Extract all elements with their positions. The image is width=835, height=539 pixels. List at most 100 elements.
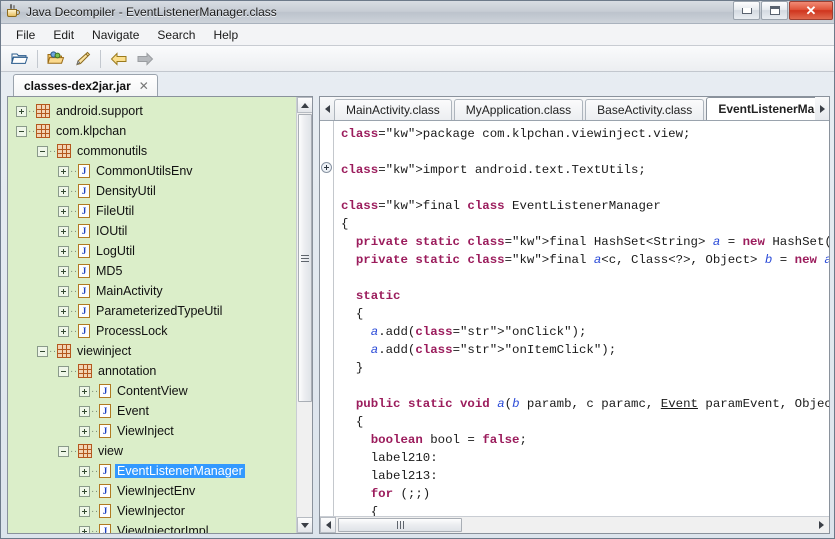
expand-plus-icon[interactable] [58,325,69,337]
code-line: static [355,289,401,303]
jar-tab-label: classes-dex2jar.jar [24,78,131,93]
tree-item-contentview[interactable]: ·· J ContentView [8,381,296,401]
collapse-minus-icon[interactable] [37,145,48,157]
menu-edit[interactable]: Edit [44,26,83,44]
code-line: private static class="kw">final HashSet<… [355,235,829,249]
class-file-icon: J [78,324,90,338]
tree-item-viewinjector[interactable]: ·· J ViewInjector [8,501,296,521]
tree-connector: ·· [70,285,78,297]
title-bar: Java Decompiler - EventListenerManager.c… [1,1,834,24]
expand-plus-icon[interactable] [79,485,90,497]
expand-plus-icon[interactable] [58,305,69,317]
tree-item-md5[interactable]: ·· J MD5 [8,261,296,281]
tab-scroll-left-button[interactable] [320,97,334,120]
package-tree[interactable]: ·· android.support ·· com.klpchan ·· commonut… [8,97,296,533]
class-file-icon: J [99,404,111,418]
forward-arrow-icon[interactable] [133,48,157,70]
back-arrow-icon[interactable] [107,48,131,70]
close-button[interactable]: ✕ [789,1,833,20]
expand-plus-icon[interactable] [58,285,69,297]
code-line: private static class="kw">final a<c, Cla… [355,253,829,267]
tree-item-parameterizedtypeutil[interactable]: ·· J ParameterizedTypeUtil [8,301,296,321]
tree-scroll-thumb[interactable] [298,114,312,402]
code-line: label213: [341,469,438,483]
tree-item-viewinjectenv[interactable]: ·· J ViewInjectEnv [8,481,296,501]
editor-tab-baseactivity-class[interactable]: BaseActivity.class [585,99,705,120]
editor-tab-eventlistenerma[interactable]: EventListenerMa [706,97,815,120]
tree-item-densityutil[interactable]: ·· J DensityUtil [8,181,296,201]
menu-search[interactable]: Search [148,26,204,44]
maximize-button[interactable] [761,1,788,20]
expand-plus-icon[interactable] [79,405,90,417]
code-line: } [341,361,364,375]
code-line: { [341,415,364,429]
editor-scroll-left-button[interactable] [320,517,336,533]
jar-tab-close-icon[interactable]: ✕ [139,79,149,93]
menu-help[interactable]: Help [204,26,247,44]
toolbar [1,46,834,72]
tree-item-fileutil[interactable]: ·· J FileUtil [8,201,296,221]
editor-horizontal-scrollbar[interactable] [320,516,829,533]
tree-item-viewinject[interactable]: ·· J ViewInject [8,421,296,441]
expand-plus-icon[interactable] [58,245,69,257]
code-line: label210: [341,451,438,465]
expand-plus-icon[interactable] [58,185,69,197]
tab-scroll-right-button[interactable] [815,97,829,120]
expand-plus-icon[interactable] [16,105,27,117]
editor-hscroll-thumb[interactable] [338,518,462,532]
tree-item-view[interactable]: ·· view [8,441,296,461]
tree-item-label: MainActivity [96,284,163,298]
tree-item-logutil[interactable]: ·· J LogUtil [8,241,296,261]
collapse-minus-icon[interactable] [16,125,27,137]
expand-plus-icon[interactable] [79,465,90,477]
tree-item-processlock[interactable]: ·· J ProcessLock [8,321,296,341]
editor-tab-mainactivity-class[interactable]: MainActivity.class [334,99,452,120]
expand-plus-icon[interactable] [58,205,69,217]
menu-navigate[interactable]: Navigate [83,26,148,44]
tree-vertical-scrollbar[interactable] [296,97,312,533]
tree-item-mainactivity[interactable]: ·· J MainActivity [8,281,296,301]
jar-tab-classes-dex2jar[interactable]: classes-dex2jar.jar ✕ [13,74,158,96]
class-file-icon: J [99,504,111,518]
expand-plus-icon[interactable] [79,425,90,437]
tree-scroll-up-button[interactable] [297,97,312,113]
tree-item-viewinjectorimpl[interactable]: ·· J ViewInjectorImpl [8,521,296,533]
tree-scroll-down-button[interactable] [297,517,312,533]
tree-item-ioutil[interactable]: ·· J IOUtil [8,221,296,241]
collapse-minus-icon[interactable] [58,365,69,377]
expand-plus-icon[interactable] [58,165,69,177]
open-type-icon[interactable] [44,48,68,70]
tree-item-com-klpchan[interactable]: ·· com.klpchan [8,121,296,141]
tree-item-event[interactable]: ·· J Event [8,401,296,421]
collapse-minus-icon[interactable] [37,345,48,357]
expand-plus-icon[interactable] [79,385,90,397]
source-code-text: class="kw">package com.klpchan.viewinjec… [335,121,829,516]
tree-item-annotation[interactable]: ·· annotation [8,361,296,381]
class-file-icon: J [78,164,90,178]
editor-tab-myapplication-class[interactable]: MyApplication.class [453,99,584,120]
expand-plus-icon[interactable] [58,225,69,237]
editor-scroll-right-button[interactable] [813,517,829,533]
tree-item-commonutils[interactable]: ·· commonutils [8,141,296,161]
source-code-area[interactable]: class="kw">package com.klpchan.viewinjec… [320,121,829,516]
expand-plus-icon[interactable] [79,505,90,517]
tree-connector: ·· [28,125,36,137]
expand-plus-icon[interactable] [58,265,69,277]
collapse-minus-icon[interactable] [58,445,69,457]
tree-item-android-support[interactable]: ·· android.support [8,101,296,121]
tree-item-commonutilsenv[interactable]: ·· J CommonUtilsEnv [8,161,296,181]
tree-item-label: ViewInjector [117,504,185,518]
expand-plus-icon[interactable] [79,525,90,533]
fold-toggle-icon[interactable] [321,162,332,173]
jar-tab-strip: classes-dex2jar.jar ✕ [1,72,834,96]
open-folder-icon[interactable] [7,48,31,70]
edit-pencil-icon[interactable] [70,48,94,70]
tree-connector: ·· [28,105,36,117]
tree-item-viewinject[interactable]: ·· viewinject [8,341,296,361]
toolbar-separator-2 [100,49,101,68]
tree-item-eventlistenermanager[interactable]: ·· J EventListenerManager [8,461,296,481]
minimize-button[interactable] [733,1,760,20]
tree-connector: ·· [91,485,99,497]
menu-file[interactable]: File [7,26,44,44]
